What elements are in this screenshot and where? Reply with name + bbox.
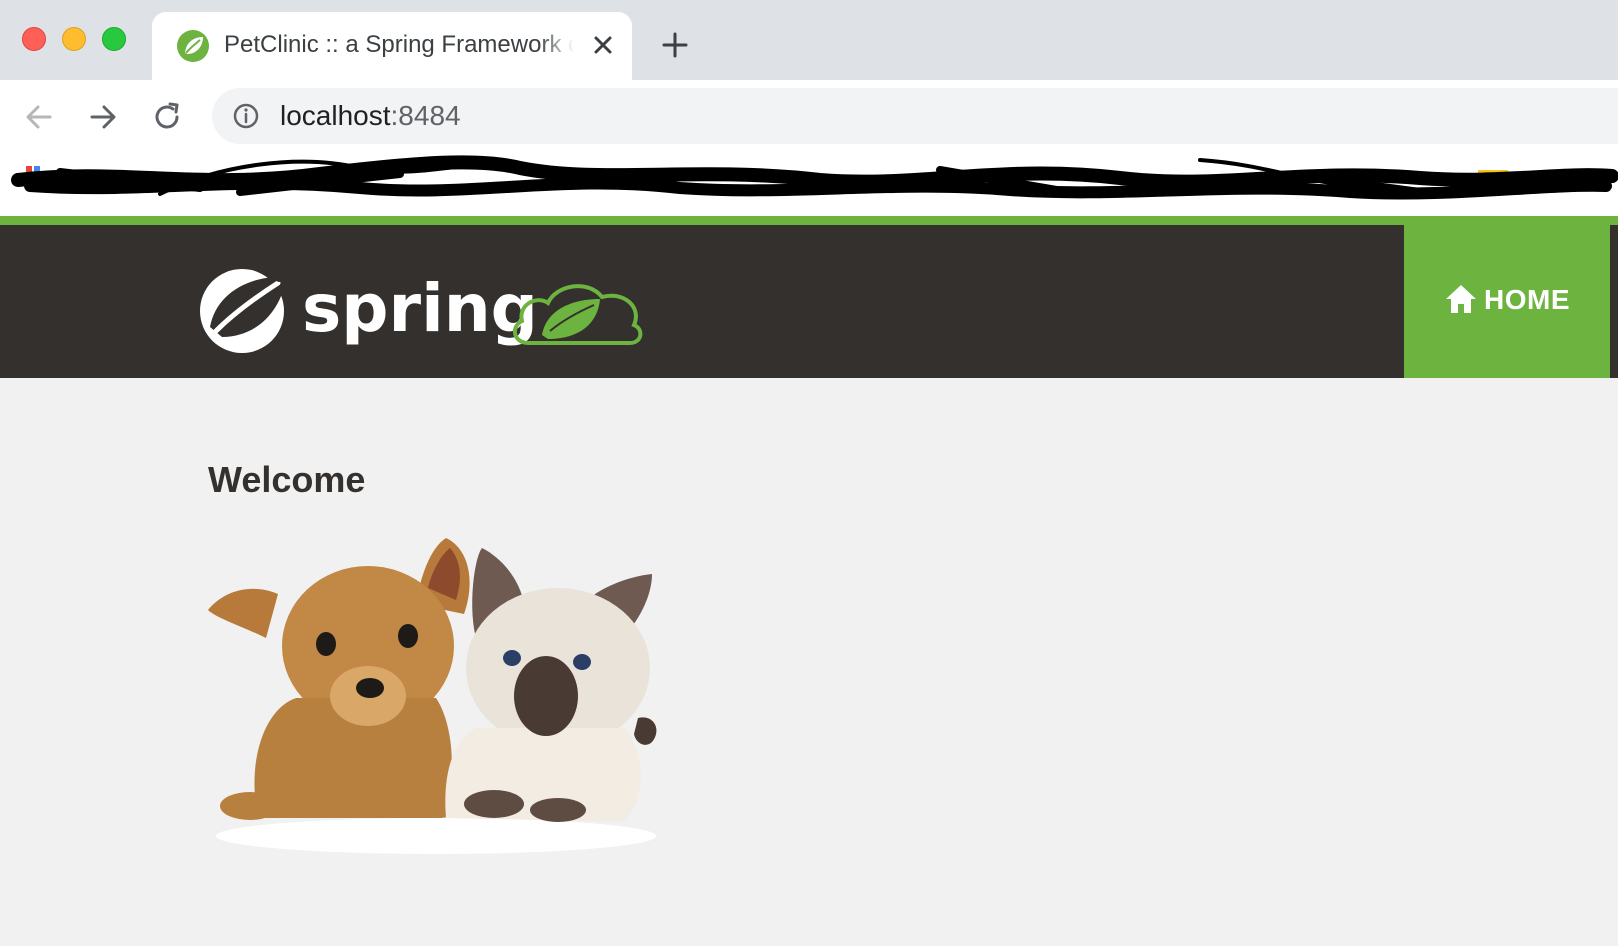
url-host: localhost bbox=[280, 100, 391, 131]
browser-tab[interactable]: PetClinic :: a Spring Framework demonstr… bbox=[152, 12, 632, 80]
url-port: :8484 bbox=[390, 100, 461, 131]
bookmarks-bar-redacted bbox=[0, 154, 1618, 216]
close-icon[interactable] bbox=[588, 30, 618, 60]
tab-title: PetClinic :: a Spring Framework demonstr… bbox=[224, 31, 574, 58]
plus-icon[interactable] bbox=[660, 30, 690, 60]
window-zoom-button[interactable] bbox=[102, 27, 126, 51]
redaction-scribble bbox=[11, 155, 1618, 200]
address-url[interactable]: localhost:8484 bbox=[280, 100, 461, 132]
reload-icon[interactable] bbox=[148, 98, 186, 136]
navbar-edge bbox=[1610, 225, 1618, 378]
app-navbar: spring HOME bbox=[0, 225, 1618, 378]
arrow-right-icon[interactable] bbox=[84, 98, 122, 136]
brand-wordmark: spring bbox=[302, 270, 538, 347]
accent-rule bbox=[0, 216, 1618, 225]
pets-image bbox=[208, 538, 657, 854]
address-bar[interactable]: localhost:8484 bbox=[212, 88, 1618, 144]
window-close-button[interactable] bbox=[22, 27, 46, 51]
nav-home-label: HOME bbox=[1484, 284, 1570, 315]
window-minimize-button[interactable] bbox=[62, 27, 86, 51]
arrow-left-icon[interactable] bbox=[20, 98, 58, 136]
home-icon bbox=[1446, 285, 1476, 313]
info-icon[interactable] bbox=[232, 102, 260, 130]
spring-leaf-icon bbox=[177, 30, 209, 62]
spring-logo[interactable]: spring bbox=[196, 245, 656, 359]
page-title: Welcome bbox=[208, 459, 366, 500]
nav-home-button[interactable]: HOME bbox=[1404, 225, 1610, 378]
browser-tab-strip: PetClinic :: a Spring Framework demonstr… bbox=[0, 0, 1618, 80]
main-content: Welcome bbox=[0, 378, 1618, 946]
browser-toolbar: localhost:8484 bbox=[0, 80, 1618, 154]
